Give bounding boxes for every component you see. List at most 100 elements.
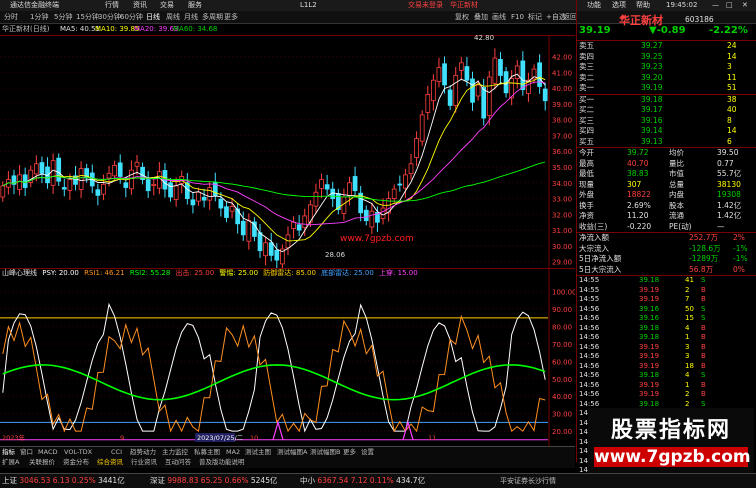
bid-row[interactable]: 买二 39.17 40 xyxy=(577,105,756,116)
ind-y-tick: 80.00 xyxy=(552,324,572,332)
flow-row[interactable]: 5日大宗流入 56.8万 0% xyxy=(577,265,756,276)
tick-t: 14:56 xyxy=(579,333,600,341)
ask-row[interactable]: 卖四 39.25 14 xyxy=(577,52,756,63)
stock-code: 603186 xyxy=(685,15,714,24)
restore-rights-button[interactable]: 复权 xyxy=(455,11,469,23)
bid-row[interactable]: 买一 39.18 38 xyxy=(577,95,756,106)
stat-row[interactable]: 今开 39.72 均价 39.50 xyxy=(577,148,756,159)
period-multi[interactable]: 多周期 xyxy=(202,11,223,23)
bid-label: 买四 xyxy=(579,126,594,135)
tick-v: 3 xyxy=(685,342,690,351)
bid-row[interactable]: 买三 39.16 8 xyxy=(577,116,756,127)
period-minute[interactable]: 分时 xyxy=(4,11,18,23)
promo-login[interactable]: 交易未登录 xyxy=(408,0,443,11)
tick-v: 4 xyxy=(685,323,690,332)
period-more[interactable]: 更多 xyxy=(224,11,238,23)
tick-s: B xyxy=(701,390,706,398)
ask-row[interactable]: 卖三 39.23 3 xyxy=(577,62,756,73)
flow-label: 5日净流入额 xyxy=(579,254,622,263)
index-shenzhen[interactable]: 深证 9988.83 65.25 0.66% 5245亿 xyxy=(150,474,277,488)
stat-row[interactable]: 最高 40.70 量比 0.77 xyxy=(577,159,756,170)
period-week[interactable]: 周线 xyxy=(166,11,180,23)
candle-body xyxy=(274,249,280,261)
period-day[interactable]: 日线 xyxy=(146,11,160,23)
back-button[interactable]: 返回 xyxy=(563,11,577,23)
nav-market[interactable]: 行情 xyxy=(105,0,119,11)
period-15min[interactable]: 15分钟 xyxy=(76,11,99,23)
ext-tab-1[interactable]: 关联报价 xyxy=(29,457,55,468)
kline-chart[interactable]: 42.00 41.00 40.00 39.00 38.00 37.00 36.00 35.00… xyxy=(0,34,575,269)
ext-tab-0[interactable]: 扩展A xyxy=(2,457,19,468)
flow-row[interactable]: 大宗流入 -128.6万 -1% xyxy=(577,244,756,255)
nav-trade[interactable]: 交易 xyxy=(160,0,174,11)
index-smallcap[interactable]: 中小 6367.54 7.12 0.11% 434.7亿 xyxy=(300,474,425,488)
mark-button[interactable]: 标记 xyxy=(528,11,542,23)
bid-volume: 8 xyxy=(727,115,732,125)
stat-value: — xyxy=(717,221,725,231)
ind-y-tick: 90.00 xyxy=(552,306,572,314)
tick-t: 14:55 xyxy=(579,285,600,294)
f10-button[interactable]: F10 xyxy=(511,11,524,23)
nav-news[interactable]: 资讯 xyxy=(133,0,147,11)
ext-tab-5[interactable]: 互动问答 xyxy=(165,457,191,468)
tick-s: B xyxy=(701,380,706,389)
overlay-button[interactable]: 叠加 xyxy=(474,11,488,23)
tick-p: 39.18 xyxy=(639,333,660,341)
index-shanghai[interactable]: 上证 3046.53 6.13 0.25% 3441亿 xyxy=(2,474,125,488)
flow-value: 56.8万 xyxy=(689,264,714,274)
l2-badge[interactable]: L1L2 xyxy=(300,0,317,11)
tick-row: 14:56 39.16 15 S xyxy=(577,314,756,324)
candle-body xyxy=(168,182,173,198)
candle-body xyxy=(414,138,419,158)
nav-service[interactable]: 服务 xyxy=(188,0,202,11)
flow-row[interactable]: 净流入额 252.7万 2% xyxy=(577,233,756,244)
candle-body xyxy=(296,224,302,231)
stat-row[interactable]: 换手 2.69% 股本 1.42亿 xyxy=(577,201,756,212)
period-1min[interactable]: 1分钟 xyxy=(30,11,48,23)
tick-t: 14:56 xyxy=(579,342,600,351)
candle-body xyxy=(391,188,397,199)
ext-tab-4[interactable]: 行业资讯 xyxy=(131,457,157,468)
period-5min[interactable]: 5分钟 xyxy=(54,11,72,23)
candle-body xyxy=(201,196,207,201)
ext-tab-3[interactable]: 综合资讯 xyxy=(97,457,123,468)
candle-body xyxy=(514,65,520,80)
stat-row[interactable]: 收益(三) -0.220 PE(动) — xyxy=(577,222,756,233)
tick-v: 41 xyxy=(685,276,694,284)
stat-label: 净资 xyxy=(579,211,594,220)
period-30min[interactable]: 30分钟 xyxy=(98,11,121,23)
stat-row[interactable]: 净资 11.20 流通 1.42亿 xyxy=(577,211,756,222)
y-tick-label: 39.00 xyxy=(552,101,572,109)
kline-svg[interactable]: 42.00 41.00 40.00 39.00 38.00 37.00 36.00 35.00… xyxy=(0,36,575,269)
promo-stock[interactable]: 华正新材 xyxy=(450,0,478,11)
ask-label: 卖一 xyxy=(579,83,594,92)
tick-t: 14:56 xyxy=(579,361,600,370)
stat-row[interactable]: 现量 307 总量 38130 xyxy=(577,180,756,191)
stat-row[interactable]: 最低 38.83 市值 55.7亿 xyxy=(577,169,756,180)
period-60min[interactable]: 60分钟 xyxy=(120,11,143,23)
candle-body xyxy=(224,206,229,218)
tick-p: 39.16 xyxy=(639,314,660,322)
candle-body xyxy=(61,187,67,190)
bid-row[interactable]: 买五 39.13 6 xyxy=(577,137,756,148)
tick-t: 14:56 xyxy=(579,352,600,360)
flow-row[interactable]: 5日净流入额 -1289万 -1% xyxy=(577,254,756,265)
ask-row[interactable]: 卖一 39.19 51 xyxy=(577,83,756,94)
bid-row[interactable]: 买四 39.14 14 xyxy=(577,126,756,137)
ask-row[interactable]: 卖二 39.20 11 xyxy=(577,73,756,84)
y-tick-label: 38.00 xyxy=(552,117,572,125)
ask-row[interactable]: 卖五 39.27 24 xyxy=(577,41,756,52)
tick-v: 1 xyxy=(685,380,690,389)
banner-url: www.7gpzb.com xyxy=(594,447,751,467)
draw-line-button[interactable]: 画线 xyxy=(492,11,506,23)
indicator-chart[interactable]: 山峰心理线 PSY: 20.00 RSI1: 46.21 RSI2: 55.28… xyxy=(0,268,577,447)
period-month[interactable]: 月线 xyxy=(184,11,198,23)
bid-book: 买一 39.18 38 买二 39.17 40 买三 39.16 8 买四 39.14 14 买五 39.… xyxy=(577,93,756,148)
indicator-svg[interactable]: 100.00 90.00 80.00 70.00 60.00 50.00 40.00 30.0… xyxy=(0,269,577,447)
bid-price: 39.13 xyxy=(641,136,663,146)
stat-row[interactable]: 外盘 18822 内盘 19308 xyxy=(577,190,756,201)
y-tick-label: 35.00 xyxy=(552,164,572,172)
ext-tab-2[interactable]: 资金分布 xyxy=(63,457,89,468)
bid-label: 买二 xyxy=(579,105,594,114)
ext-tab-6[interactable]: 普及版功能说明 xyxy=(199,457,245,468)
